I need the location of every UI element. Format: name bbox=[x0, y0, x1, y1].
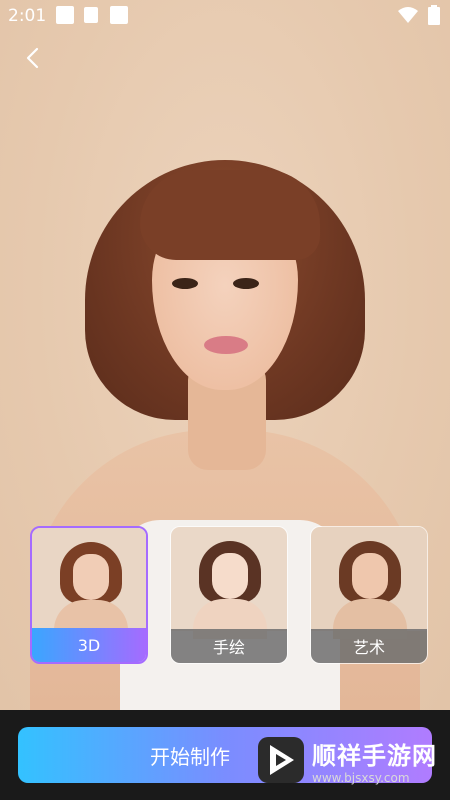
a-icon bbox=[84, 7, 98, 23]
watermark-logo-icon bbox=[258, 737, 304, 783]
style-card-art[interactable]: 艺术 bbox=[310, 526, 428, 664]
watermark-url: www.bjsxsy.com bbox=[312, 770, 410, 785]
watermark: 顺祥手游网 www.bjsxsy.com bbox=[258, 730, 448, 790]
style-thumbnail-3d bbox=[32, 528, 146, 640]
style-thumbnail-art bbox=[311, 527, 427, 639]
portrait-eye-left bbox=[172, 278, 198, 289]
watermark-title: 顺祥手游网 bbox=[312, 741, 437, 770]
thumb-face bbox=[212, 553, 248, 599]
status-bar: 2:01 bbox=[0, 0, 450, 32]
thumb-face bbox=[352, 553, 388, 599]
notification-square-icon bbox=[110, 6, 128, 24]
portrait-lips bbox=[204, 336, 248, 354]
play-logo-icon bbox=[270, 745, 294, 775]
style-label-art: 艺术 bbox=[311, 629, 427, 663]
style-card-hand-drawn[interactable]: 手绘 bbox=[170, 526, 288, 664]
status-right-icons bbox=[398, 5, 440, 25]
portrait-eye-right bbox=[233, 278, 259, 289]
style-card-3d[interactable]: 3D bbox=[30, 526, 148, 664]
style-label-hand-drawn: 手绘 bbox=[171, 629, 287, 663]
portrait-bangs bbox=[140, 170, 320, 260]
style-label-3d: 3D bbox=[32, 628, 146, 662]
start-button-label: 开始制作 bbox=[150, 744, 230, 769]
notification-square-icon bbox=[56, 6, 74, 24]
watermark-text: 顺祥手游网 www.bjsxsy.com bbox=[312, 736, 437, 785]
chevron-left-icon bbox=[26, 47, 39, 69]
wifi-icon bbox=[398, 7, 418, 23]
style-selector: 3D 手绘 艺术 bbox=[30, 526, 430, 666]
back-button[interactable] bbox=[14, 40, 50, 76]
battery-icon bbox=[428, 5, 440, 25]
thumb-face bbox=[73, 554, 109, 600]
status-time: 2:01 bbox=[8, 6, 47, 26]
style-thumbnail-hand-drawn bbox=[171, 527, 287, 639]
screen: 2:01 3D 手绘 艺术 开始制作 顺祥手游网 www.bjsxsy.com bbox=[0, 0, 450, 800]
